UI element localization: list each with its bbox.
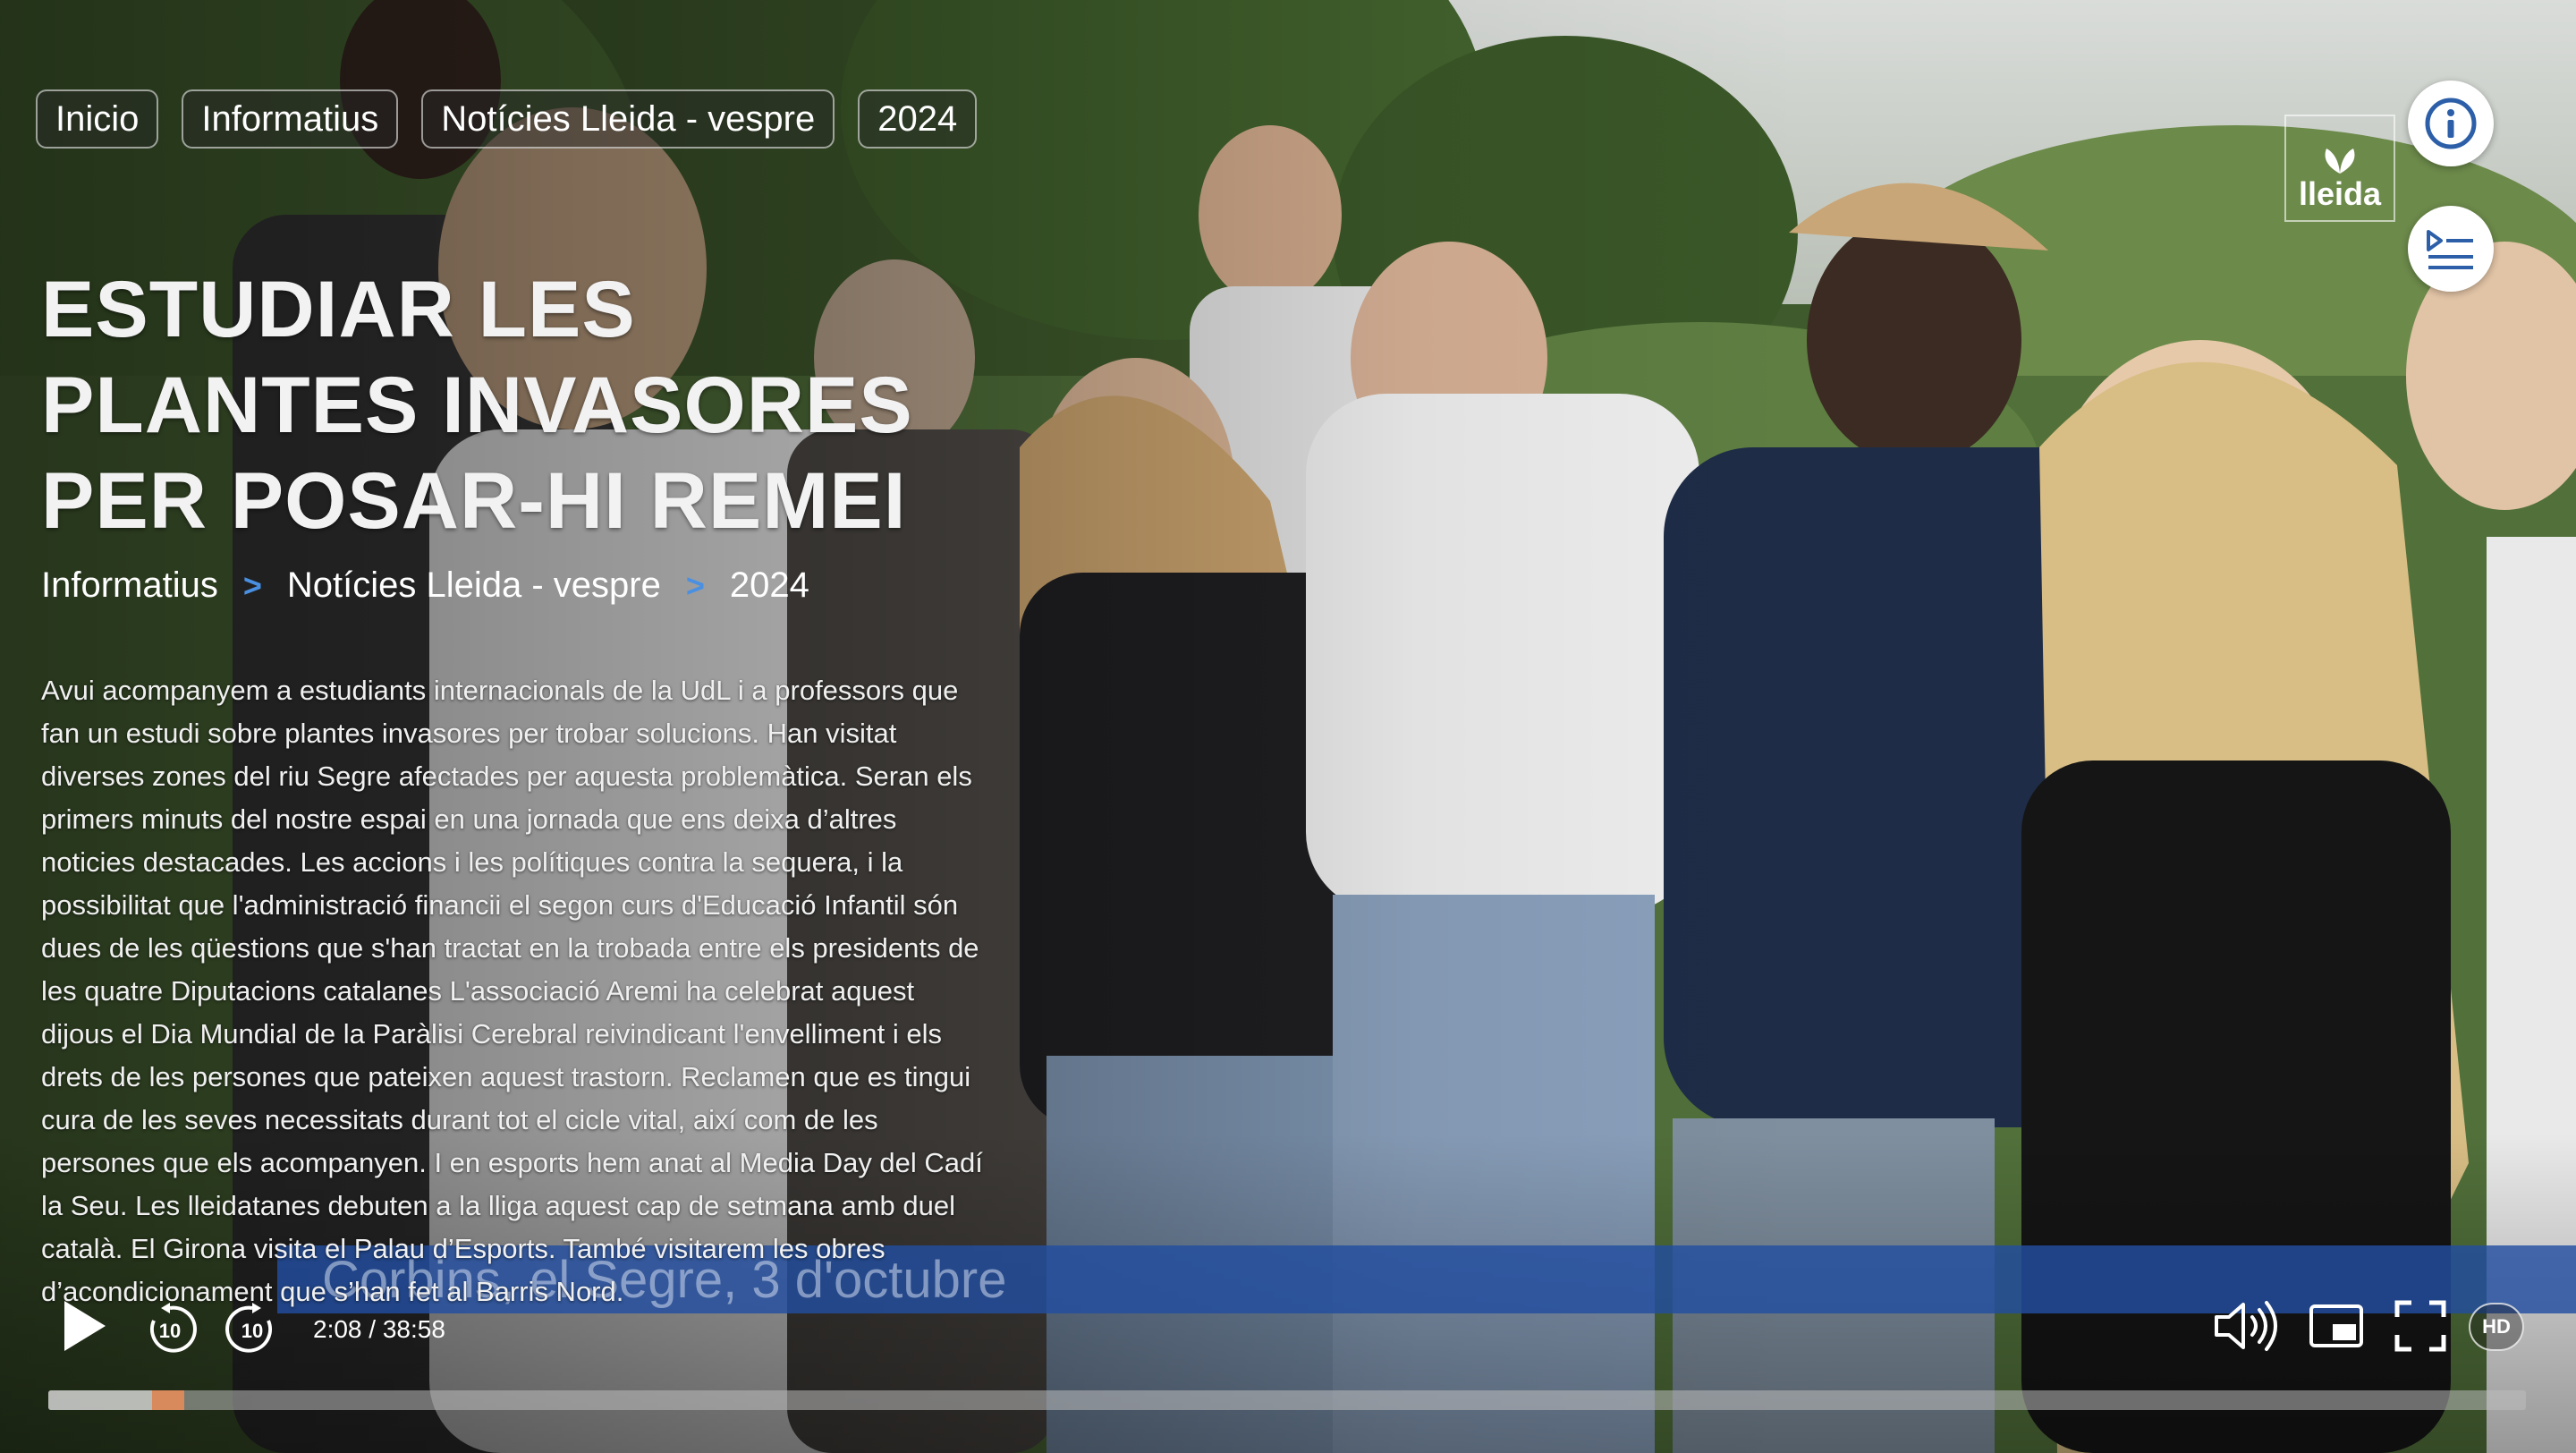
breadcrumb-separator: > (685, 566, 705, 604)
rewind-10-icon: 10 (150, 1303, 197, 1353)
rewind-10-button[interactable]: 10 (141, 1301, 199, 1358)
chip-informatius[interactable]: Informatius (182, 89, 399, 149)
info-button[interactable] (2408, 81, 2494, 166)
channel-logo: lleida (2284, 115, 2395, 222)
volume-button[interactable] (2213, 1299, 2281, 1353)
rewind-seconds-label: 10 (159, 1320, 181, 1342)
time-display: 2:08 / 38:58 (313, 1315, 445, 1343)
chip-inicio[interactable]: Inicio (36, 89, 159, 149)
progress-buffered (48, 1390, 153, 1410)
play-button[interactable] (55, 1297, 113, 1355)
breadcrumb-item-2024[interactable]: 2024 (730, 565, 809, 606)
forward-10-button[interactable]: 10 (224, 1301, 281, 1358)
logo-leaf-icon (2325, 149, 2355, 174)
volume-icon (2215, 1301, 2277, 1351)
chip-2024[interactable]: 2024 (858, 89, 978, 149)
logo-text: lleida (2298, 175, 2382, 212)
quality-hd-button[interactable]: HD (2469, 1303, 2524, 1351)
video-title: ESTUDIAR LES PLANTES INVASORES PER POSAR… (41, 264, 913, 545)
chip-noticies-lleida-vespre[interactable]: Notícies Lleida - vespre (421, 89, 835, 149)
play-icon (64, 1301, 106, 1351)
progress-playhead[interactable] (152, 1390, 184, 1410)
breadcrumb-separator: > (242, 566, 262, 604)
fullscreen-button[interactable] (2394, 1299, 2447, 1353)
breadcrumb-item-informatius[interactable]: Informatius (41, 565, 218, 606)
fullscreen-icon (2394, 1300, 2446, 1352)
top-category-chips: Inicio Informatius Notícies Lleida - ves… (36, 89, 978, 149)
playlist-icon (2427, 230, 2473, 269)
picture-in-picture-button[interactable] (2308, 1303, 2365, 1349)
forward-10-icon: 10 (225, 1303, 272, 1353)
progress-bar[interactable] (48, 1390, 2526, 1410)
playlist-button[interactable] (2408, 206, 2494, 292)
breadcrumb: Informatius > Notícies Lleida - vespre >… (41, 565, 809, 606)
forward-seconds-label: 10 (242, 1320, 263, 1342)
info-icon (2425, 98, 2477, 149)
breadcrumb-item-noticies-lleida-vespre[interactable]: Notícies Lleida - vespre (287, 565, 661, 606)
video-description: Avui acompanyem a estudiants internacion… (41, 675, 983, 1307)
picture-in-picture-icon (2309, 1304, 2363, 1347)
